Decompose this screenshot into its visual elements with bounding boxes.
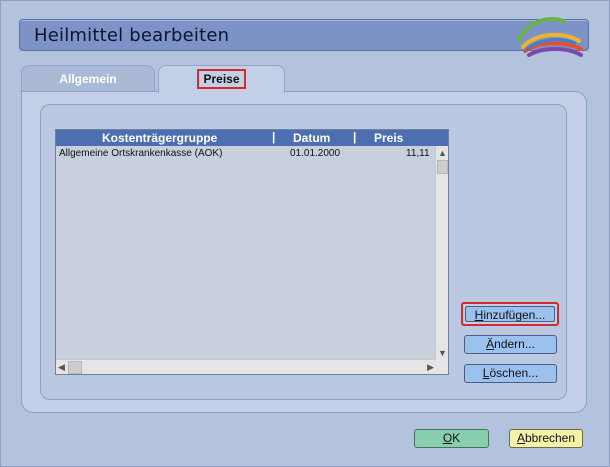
edit-button-mnemonic: Ä [486, 337, 495, 351]
title-bar: Heilmittel bearbeiten [19, 19, 589, 51]
cancel-button-mnemonic: A [516, 431, 525, 445]
add-button-mnemonic: H [474, 308, 484, 322]
scroll-left-icon[interactable]: ◀ [58, 361, 65, 373]
horizontal-scrollbar[interactable]: ◀ ▶ [56, 359, 436, 374]
dialog-window: Heilmittel bearbeiten Allgemein Preise K… [0, 0, 610, 467]
cell-datum: 01.01.2000 [290, 148, 341, 159]
vertical-scroll-thumb[interactable] [437, 160, 448, 174]
scroll-up-icon[interactable]: ▲ [438, 147, 447, 159]
swoosh-logo-icon [517, 17, 583, 57]
edit-button[interactable]: Ändern... [464, 335, 557, 354]
ok-button-mnemonic: O [442, 431, 453, 445]
column-separator: | [272, 130, 276, 144]
window-title: Heilmittel bearbeiten [34, 25, 230, 46]
column-header-preis[interactable]: Preis [374, 131, 403, 145]
cancel-button-label: bbrechen [524, 431, 576, 445]
cell-kostentraegergruppe: Allgemeine Ortskrankenkasse (AOK) [59, 148, 223, 159]
price-list[interactable]: Kostenträgergruppe | Datum | Preis Allge… [55, 129, 449, 375]
add-button-label: inzufügen... [483, 308, 546, 322]
add-button[interactable]: Hinzufügen... [461, 302, 559, 326]
scroll-down-icon[interactable]: ▼ [438, 347, 447, 359]
edit-button-label: ndern... [494, 337, 535, 351]
ok-button-label: K [452, 431, 461, 445]
cancel-button[interactable]: Abbrechen [509, 429, 583, 448]
delete-button-label: öschen... [489, 366, 539, 380]
delete-button[interactable]: Löschen... [464, 364, 557, 383]
tab-preise-label: Preise [197, 69, 246, 89]
ok-button[interactable]: OK [414, 429, 489, 448]
vertical-scrollbar[interactable]: ▲ ▼ [435, 146, 448, 360]
scroll-right-icon[interactable]: ▶ [427, 361, 434, 373]
tab-allgemein[interactable]: Allgemein [21, 65, 155, 93]
list-header: Kostenträgergruppe | Datum | Preis [56, 130, 448, 146]
cell-preis: 11,11 [406, 148, 430, 159]
scrollbar-corner [436, 360, 448, 374]
column-header-kostentraegergruppe[interactable]: Kostenträgergruppe [102, 131, 217, 145]
tab-allgemein-label: Allgemein [59, 72, 117, 86]
tab-preise[interactable]: Preise [158, 65, 285, 93]
table-row[interactable]: Allgemeine Ortskrankenkasse (AOK) 01.01.… [56, 147, 436, 161]
column-header-datum[interactable]: Datum [293, 131, 330, 145]
add-button-face: Hinzufügen... [465, 306, 555, 322]
column-separator: | [353, 130, 357, 144]
horizontal-scroll-thumb[interactable] [68, 361, 82, 374]
